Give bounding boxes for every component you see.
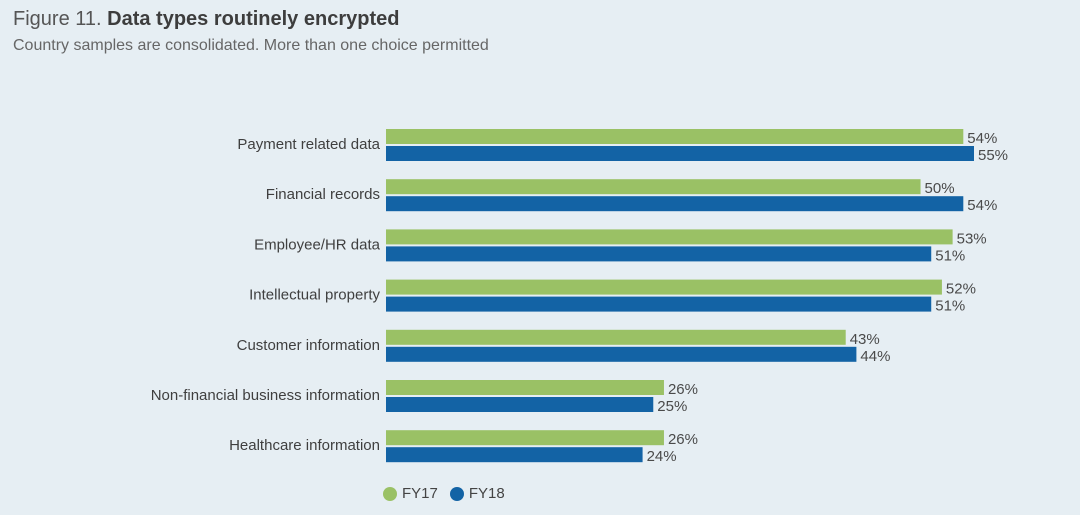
bar-fy18-customer-information: [386, 346, 857, 362]
value-label-fy18-intellectual-property: 51%: [935, 298, 965, 315]
category-label-payment-related-data: Payment related data: [237, 136, 380, 153]
category-label-non-financial-business-information: Non-financial business information: [151, 387, 380, 404]
category-label-employee-hr-data: Employee/HR data: [254, 236, 381, 253]
legend-label-fy17: FY17: [402, 485, 438, 502]
value-label-fy17-customer-information: 43%: [850, 331, 880, 348]
value-label-fy17-intellectual-property: 52%: [946, 281, 976, 298]
bar-fy17-employee-hr-data: [386, 229, 953, 245]
category-label-financial-records: Financial records: [266, 186, 380, 203]
bar-chart: Payment related data 54%55%Financial reco…: [151, 129, 1008, 465]
value-label-fy17-financial-records: 50%: [925, 180, 955, 197]
category-label-customer-information: Customer information: [237, 337, 380, 354]
legend: FY17 FY18: [383, 485, 505, 502]
category-label-intellectual-property: Intellectual property: [249, 287, 380, 304]
bar-fy17-financial-records: [386, 179, 921, 195]
bar-fy18-non-financial-business-information: [386, 397, 654, 412]
legend-swatch-fy18: [449, 486, 464, 501]
legend-item-fy18: FY18: [449, 485, 505, 502]
value-label-fy18-payment-related-data: 55%: [978, 147, 1008, 164]
bar-fy18-employee-hr-data: [386, 246, 932, 262]
bar-fy18-healthcare-information: [386, 447, 643, 463]
value-label-fy17-employee-hr-data: 53%: [957, 230, 987, 247]
value-label-fy17-healthcare-information: 26%: [668, 431, 698, 448]
legend-label-fy18: FY18: [468, 485, 505, 502]
bar-fy17-payment-related-data: [386, 129, 964, 144]
bar-fy17-healthcare-information: [386, 430, 664, 446]
bar-fy17-non-financial-business-information: [386, 380, 664, 395]
bar-fy17-customer-information: [386, 329, 846, 345]
value-label-fy18-healthcare-information: 24%: [647, 448, 677, 465]
value-label-fy18-non-financial-business-information: 25%: [657, 398, 687, 415]
bar-fy18-financial-records: [386, 196, 964, 212]
value-label-fy18-customer-information: 44%: [860, 348, 890, 365]
bar-fy18-payment-related-data: [386, 146, 974, 161]
legend-swatch-fy17: [383, 486, 397, 501]
bar-fy18-intellectual-property: [386, 296, 932, 312]
value-label-fy18-financial-records: 54%: [967, 197, 997, 214]
legend-item-fy17: FY17: [383, 485, 438, 502]
value-label-fy17-payment-related-data: 54%: [967, 130, 997, 147]
value-label-fy18-employee-hr-data: 51%: [935, 247, 965, 264]
bar-fy17-intellectual-property: [386, 279, 942, 295]
value-label-fy17-non-financial-business-information: 26%: [668, 381, 698, 398]
category-label-healthcare-information: Healthcare information: [229, 437, 380, 454]
